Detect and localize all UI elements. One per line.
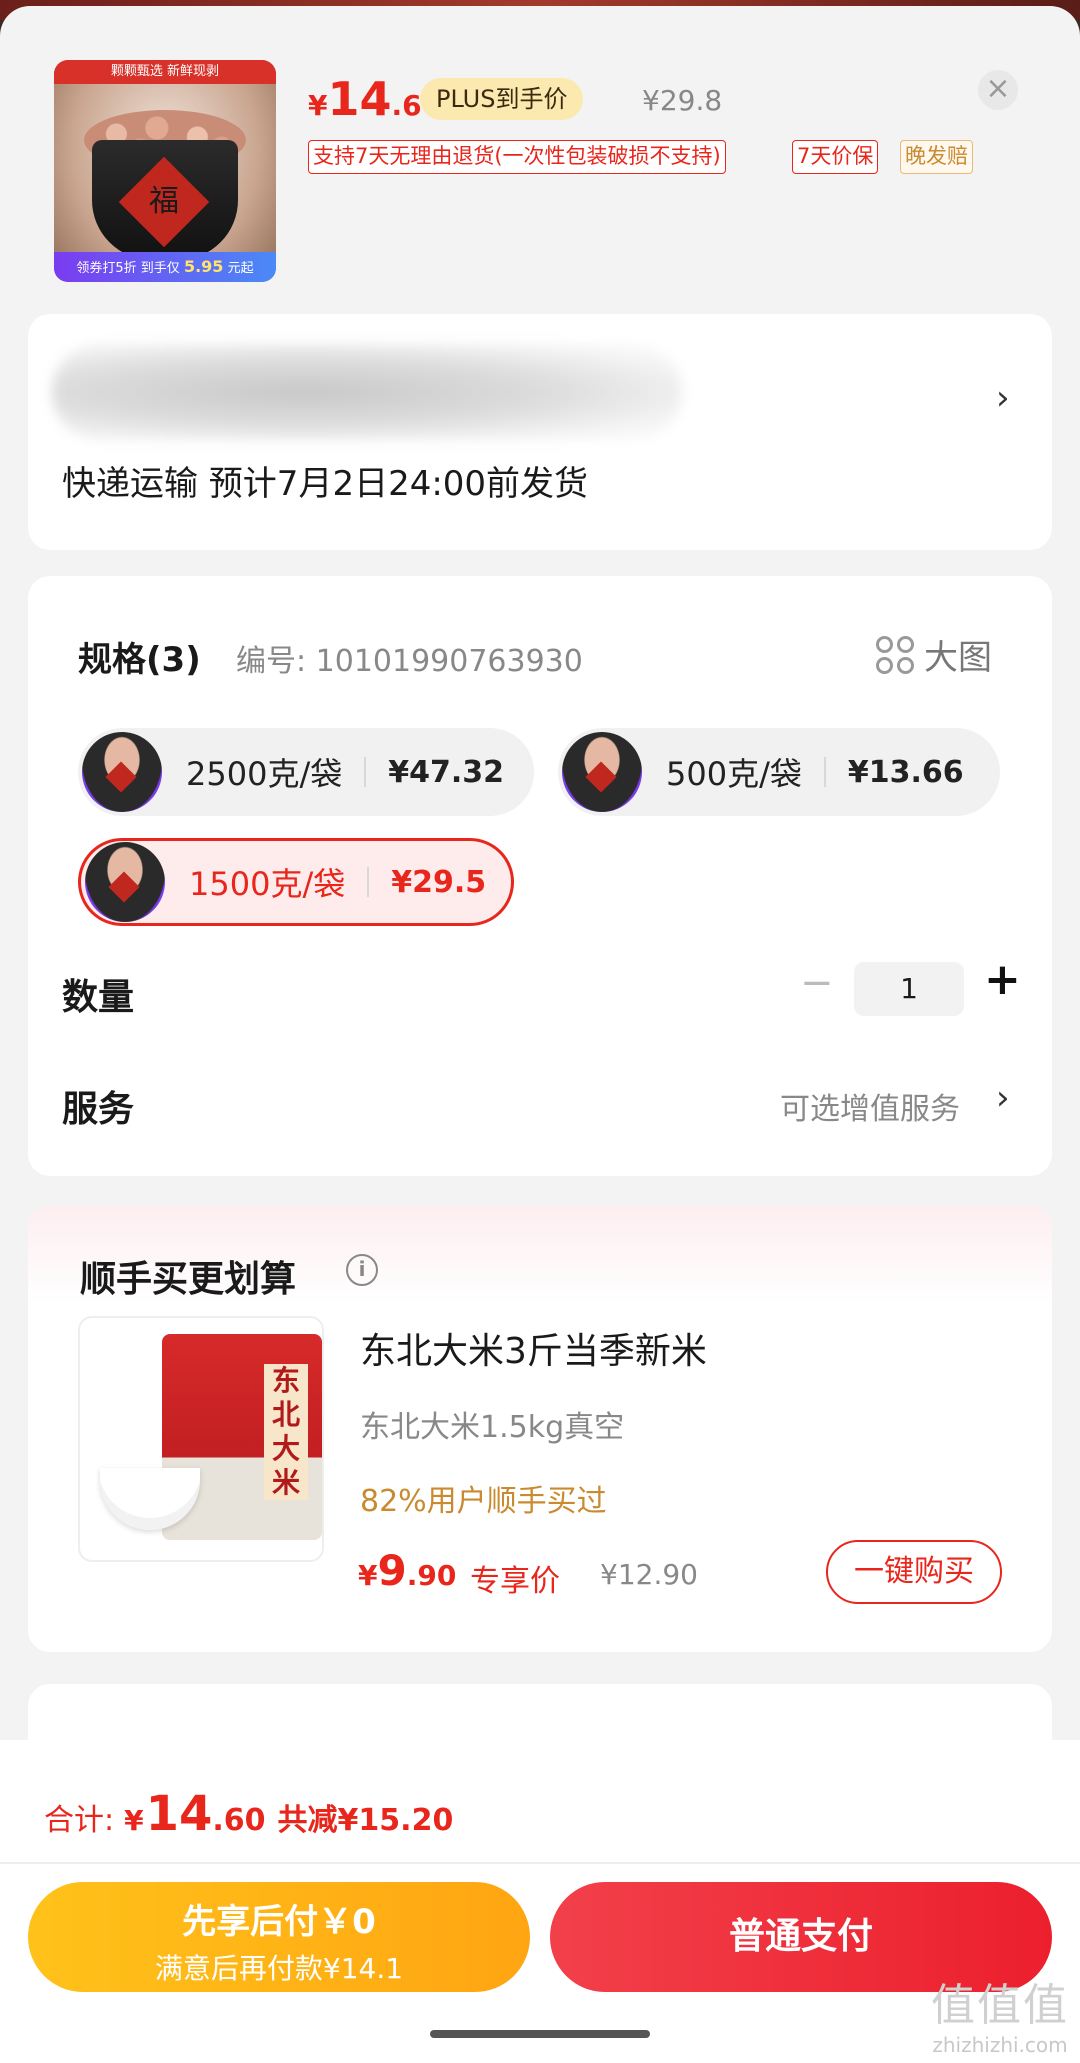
- service-label: 服务: [62, 1089, 135, 1130]
- total-label: 合计:: [44, 1803, 115, 1838]
- shipping-estimate: 快递运输 预计7月2日24:00前发货: [62, 464, 589, 504]
- addon-price: ¥ 9 .90: [358, 1546, 456, 1595]
- spec-option[interactable]: 500克/袋 ¥13.66: [558, 728, 1000, 816]
- spec-option-thumbnail: [82, 732, 162, 812]
- thumbnail-coupon-price: 5.95: [183, 257, 224, 276]
- addon-bought-stat: 82%用户顺手买过: [360, 1484, 607, 1519]
- big-image-label: 大图: [924, 638, 992, 678]
- spec-option-thumbnail: [85, 842, 165, 922]
- product-header: 颗颗甄选 新鲜现剥 福 领券打5折 到手仅 5.95 元起 ¥ 14 .6 PL…: [0, 6, 1080, 306]
- spec-option-name: 1500克/袋: [189, 865, 346, 903]
- purchase-sheet: 颗颗甄选 新鲜现剥 福 领券打5折 到手仅 5.95 元起 ¥ 14 .6 PL…: [0, 6, 1080, 2063]
- spec-option[interactable]: 2500克/袋 ¥47.32: [78, 728, 534, 816]
- addon-title: 顺手买更划算: [80, 1259, 297, 1300]
- spec-option-price: ¥47.32: [388, 754, 505, 790]
- spec-option-divider: [367, 867, 370, 897]
- addon-product-image[interactable]: 东北大米: [78, 1316, 324, 1562]
- exclusive-price-label: 专享价: [470, 1564, 560, 1599]
- fu-character: 福: [149, 184, 179, 219]
- rice-bag-label: 东北大米: [264, 1364, 308, 1500]
- quantity-label: 数量: [62, 977, 135, 1018]
- watermark-url: zhizhizhi.com: [932, 2032, 1068, 2057]
- checkout-footer: 合计: ¥ 14 .60 共减¥15.20 先享后付￥0 满意后再付款¥14.1…: [0, 1740, 1080, 2063]
- addon-price-integer: 9: [377, 1546, 407, 1595]
- addon-original-price: ¥12.90: [600, 1558, 698, 1591]
- price-decimal: .6: [391, 89, 422, 122]
- pay-later-button[interactable]: 先享后付￥0 满意后再付款¥14.1: [28, 1882, 530, 1992]
- service-selector[interactable]: 可选增值服务: [780, 1084, 960, 1128]
- thumbnail-bottom-banner: 领券打5折 到手仅 5.95 元起: [54, 252, 276, 282]
- one-click-buy-button[interactable]: 一键购买: [826, 1540, 1002, 1604]
- addon-product-desc: 东北大米1.5kg真空: [360, 1410, 625, 1445]
- chevron-right-icon: ›: [996, 378, 1010, 418]
- product-thumbnail[interactable]: 颗颗甄选 新鲜现剥 福 领券打5折 到手仅 5.95 元起: [54, 60, 276, 282]
- spec-option-divider: [364, 757, 367, 787]
- plus-price-badge: PLUS到手价: [420, 78, 584, 120]
- spec-title: 规格(3): [78, 640, 201, 680]
- big-image-button[interactable]: 大图: [876, 630, 992, 679]
- spec-card: 规格(3) 编号: 10101990763930 大图 2500克/袋 ¥47.…: [28, 576, 1052, 1176]
- spec-option-price: ¥29.5: [391, 864, 487, 900]
- addon-product-name[interactable]: 东北大米3斤当季新米: [360, 1322, 707, 1374]
- price-protection-tag: 7天价保: [792, 140, 879, 174]
- spec-option-thumbnail: [562, 732, 642, 812]
- return-policy-tag: 支持7天无理由退货(一次性包装破损不支持): [308, 140, 726, 174]
- home-indicator[interactable]: [430, 2030, 650, 2038]
- fu-emblem: 福: [118, 156, 210, 248]
- thumbnail-top-banner: 颗颗甄选 新鲜现剥: [54, 60, 276, 84]
- price-integer: 14: [327, 72, 392, 126]
- spec-option-divider: [823, 757, 826, 787]
- chevron-right-icon[interactable]: ›: [996, 1078, 1010, 1118]
- thumbnail-coupon-suffix: 元起: [227, 261, 254, 276]
- original-price: ¥29.8: [642, 84, 723, 117]
- thumbnail-coupon-text: 领券打5折 到手仅: [76, 261, 180, 276]
- grid-icon: [876, 635, 914, 674]
- pay-later-subtitle: 满意后再付款¥14.1: [154, 1952, 404, 1985]
- normal-pay-button[interactable]: 普通支付: [550, 1882, 1052, 1992]
- close-button[interactable]: ×: [978, 70, 1018, 110]
- info-icon[interactable]: i: [346, 1254, 378, 1286]
- quantity-decrease-button[interactable]: −: [800, 960, 834, 1006]
- addon-price-decimal: .90: [406, 1559, 457, 1592]
- footer-divider: [0, 1862, 1080, 1864]
- pay-later-title: 先享后付￥0: [182, 1902, 376, 1942]
- order-total: 合计: ¥ 14 .60 共减¥15.20: [44, 1786, 453, 1842]
- spec-option-price: ¥13.66: [847, 754, 964, 790]
- total-currency: ¥: [124, 1804, 144, 1837]
- address-redacted: [52, 344, 682, 440]
- total-integer: 14: [145, 1786, 213, 1842]
- address-card[interactable]: › 快递运输 预计7月2日24:00前发货: [28, 314, 1052, 550]
- watermark-logo-text: 值值值: [931, 1980, 1069, 2031]
- product-code: 编号: 10101990763930: [236, 644, 583, 679]
- total-saving: 共减¥15.20: [277, 1803, 454, 1838]
- total-decimal: .60: [212, 1803, 266, 1838]
- price-currency: ¥: [308, 89, 328, 122]
- quantity-input[interactable]: 1: [854, 962, 964, 1016]
- current-price: ¥ 14 .6: [308, 72, 422, 126]
- addon-card: 顺手买更划算 i 东北大米 东北大米3斤当季新米 东北大米1.5kg真空 82%…: [28, 1206, 1052, 1652]
- site-watermark: 值值值 zhizhizhi.com: [930, 1980, 1070, 2057]
- spec-option-name: 2500克/袋: [186, 755, 343, 793]
- addon-price-currency: ¥: [358, 1559, 378, 1592]
- late-delivery-tag: 晚发赔: [900, 140, 973, 174]
- spec-option-name: 500克/袋: [666, 755, 802, 793]
- spec-option-selected[interactable]: 1500克/袋 ¥29.5: [78, 838, 514, 926]
- quantity-increase-button[interactable]: +: [984, 954, 1021, 1005]
